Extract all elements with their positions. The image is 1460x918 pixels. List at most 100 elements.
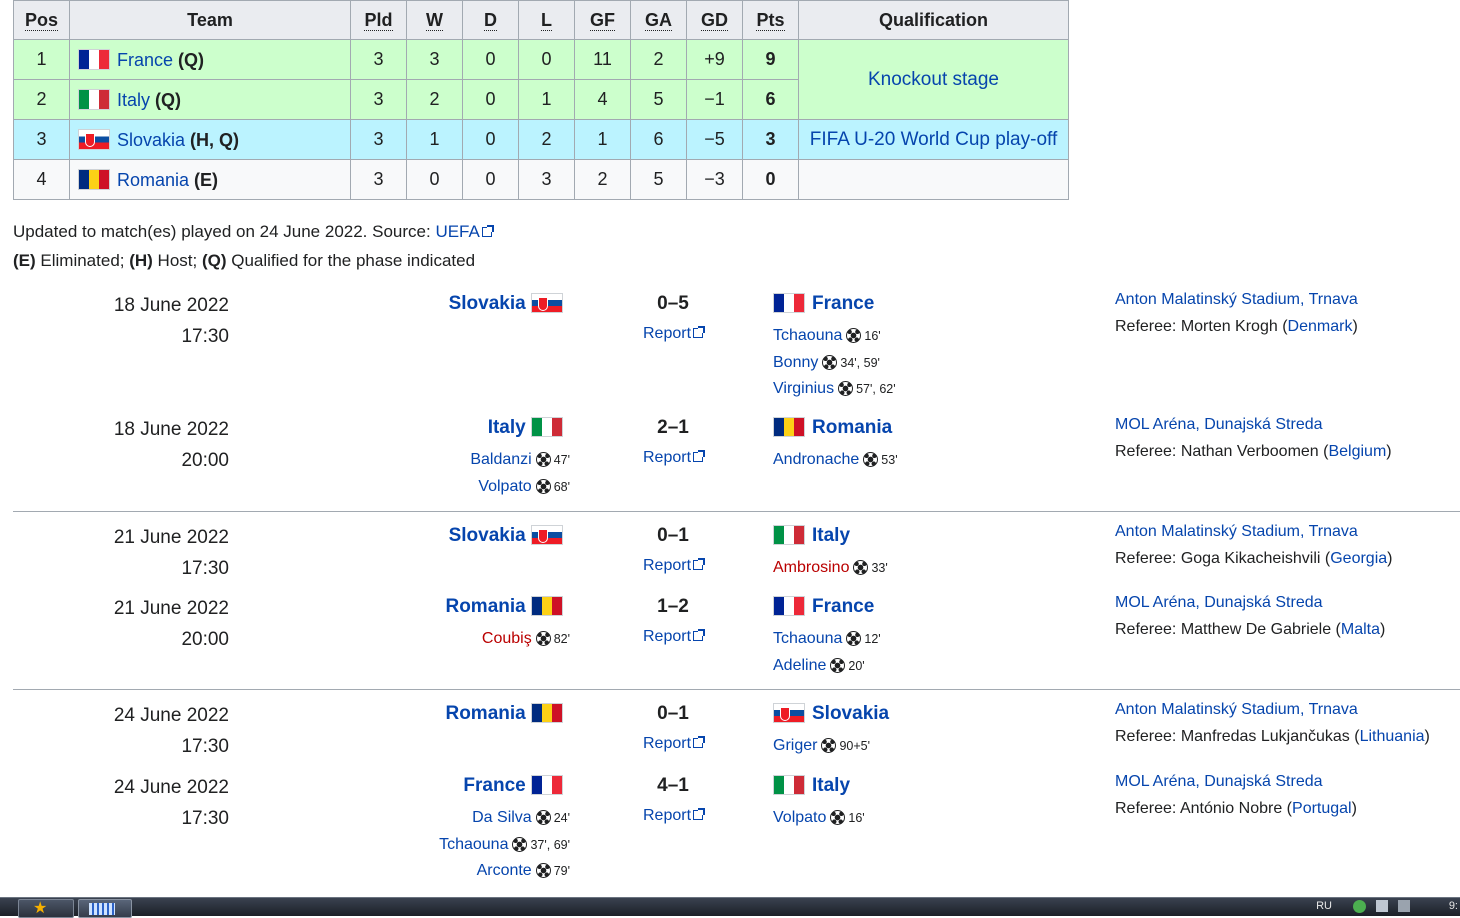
scorer-link[interactable]: Da Silva [472,809,532,826]
scorer-link[interactable]: Baldanzi [470,451,531,468]
referee-country-link[interactable]: Georgia [1330,550,1387,567]
home-team: Slovakia [449,290,570,318]
report-link[interactable]: Report [643,735,691,752]
goal-item: Ambrosino 33' [773,555,888,582]
scorer-link[interactable]: Griger [773,737,817,754]
scorer-link[interactable]: Ambrosino [773,559,849,576]
italy-flag-icon [531,417,563,437]
pld-cell: 3 [350,79,407,120]
match-datetime: 24 June 2022 17:30 [29,772,229,834]
pos-cell: 4 [13,159,70,200]
goal-item: Tchaouna 12' [773,626,881,653]
referee-country-link[interactable]: Lithuania [1360,728,1425,745]
report-link[interactable]: Report [643,557,691,574]
venue-link[interactable]: MOL Aréna, Dunajská Streda [1115,416,1323,433]
goal-time: 12' [864,632,881,646]
scorer-link[interactable]: Volpato [478,478,531,495]
scorer-link[interactable]: Volpato [773,809,826,826]
home-team: Italy Baldanzi 47' Volpato 68' [470,414,570,500]
scorer-link[interactable]: Andronache [773,451,859,468]
home-team-link[interactable]: Slovakia [449,293,526,314]
report-link[interactable]: Report [643,325,691,342]
ga-cell: 6 [630,119,687,160]
report-link[interactable]: Report [643,807,691,824]
scorer-link[interactable]: Tchaouna [773,327,842,344]
referee-country-link[interactable]: Belgium [1328,443,1386,460]
venue-link[interactable]: MOL Aréna, Dunajská Streda [1115,594,1323,611]
venue-link[interactable]: Anton Malatinský Stadium, Trnava [1115,523,1358,540]
home-team-link[interactable]: Slovakia [449,525,526,546]
pos-cell: 1 [13,39,70,80]
language-indicator[interactable]: RU [1316,900,1332,912]
team-link-slovakia[interactable]: Slovakia [117,130,185,150]
source-link-uefa[interactable]: UEFA [435,222,479,241]
pld-cell: 3 [350,119,407,160]
away-team-link[interactable]: Italy [812,525,850,546]
pld-cell: 3 [350,39,407,80]
pos-cell: 2 [13,79,70,120]
team-link-france[interactable]: France [117,50,173,70]
w-cell: 0 [406,159,463,200]
venue-link[interactable]: MOL Aréna, Dunajská Streda [1115,773,1323,790]
volume-icon[interactable] [1398,900,1410,912]
away-team: Italy Volpato 16' [773,772,865,832]
away-goals: Ambrosino 33' [773,555,888,582]
team-status: (H, Q) [185,129,240,150]
w-cell: 2 [406,79,463,120]
legend-e: (E) [13,251,36,270]
home-team: France Da Silva 24' Tchaouna 37', 69' Arco… [439,772,570,885]
venue-link[interactable]: Anton Malatinský Stadium, Trnava [1115,701,1358,718]
home-team-link[interactable]: Italy [488,417,526,438]
away-team-link[interactable]: France [812,293,874,314]
ga-cell: 5 [630,79,687,120]
knockout-stage-link[interactable]: Knockout stage [868,69,999,90]
away-team-link[interactable]: France [812,596,874,617]
away-team-link[interactable]: Romania [812,417,892,438]
col-pts: Pts [742,0,799,40]
away-team-link[interactable]: Italy [812,775,850,796]
tray-app-icon[interactable] [1376,900,1388,912]
clock[interactable]: 9: [1449,900,1458,912]
update-note: Updated to match(es) played on 24 June 2… [13,222,494,242]
taskbar-app-button[interactable] [78,899,132,918]
goal-time: 34', 59' [840,355,880,370]
match-time: 17:30 [181,808,229,829]
scorer-link[interactable]: Coubiş [482,630,532,647]
report-link[interactable]: Report [643,449,691,466]
venue-link[interactable]: Anton Malatinský Stadium, Trnava [1115,291,1358,308]
home-team-link[interactable]: Romania [445,596,525,617]
goal-ball-icon [846,328,862,343]
away-team-link[interactable]: Slovakia [812,703,889,724]
scorer-link[interactable]: Tchaouna [773,630,842,647]
home-team-link[interactable]: France [463,775,525,796]
referee-country-link[interactable]: Malta [1341,621,1380,638]
col-pld: Pld [350,0,407,40]
home-team-link[interactable]: Romania [445,703,525,724]
away-team: Romania Andronache 53' [773,414,898,474]
scorer-link[interactable]: Arconte [477,862,532,879]
referee-country-link[interactable]: Denmark [1288,318,1353,335]
legend-h: (H) [129,251,153,270]
team-link-romania[interactable]: Romania [117,170,189,190]
scorer-link[interactable]: Adeline [773,657,826,674]
match-score: 0–5 [657,293,689,314]
col-w: W [406,0,463,40]
col-ga: GA [630,0,687,40]
goal-ball-icon [830,810,846,825]
referee-country-link[interactable]: Portugal [1292,800,1352,817]
match-date: 21 June 2022 [113,527,229,548]
scorer-link[interactable]: Tchaouna [439,836,508,853]
network-icon[interactable] [1353,900,1366,913]
external-link-icon [693,558,706,570]
team-status: (Q) [150,89,182,110]
col-qualification: Qualification [798,0,1069,40]
report-link[interactable]: Report [643,628,691,645]
goal-item: Griger 90+5' [773,733,889,760]
playoff-link[interactable]: FIFA U-20 World Cup play-off [810,129,1057,150]
w-cell: 3 [406,39,463,80]
scorer-link[interactable]: Virginius [773,380,834,397]
start-button[interactable]: ★ [18,899,74,918]
team-link-italy[interactable]: Italy [117,90,150,110]
referee-name: Goga Kikacheishvili [1180,550,1321,567]
scorer-link[interactable]: Bonny [773,354,818,371]
